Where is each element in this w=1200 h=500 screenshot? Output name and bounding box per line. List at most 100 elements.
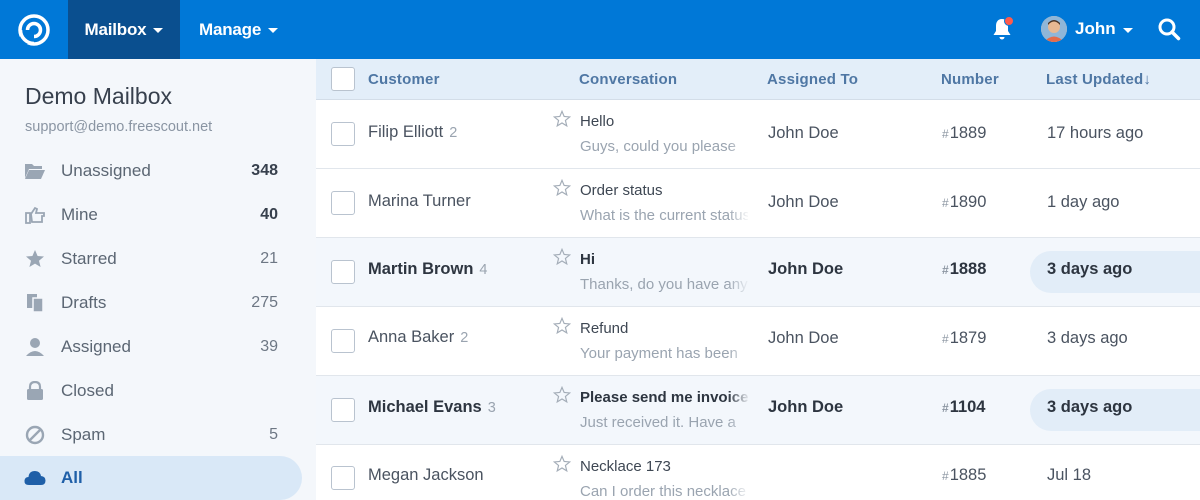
row-checkbox[interactable] [331, 398, 355, 422]
customer-name[interactable]: Michael Evans 3 [368, 398, 496, 417]
preview-fade [728, 169, 750, 237]
customer-name[interactable]: Marina Turner [368, 192, 477, 211]
folder-starred[interactable]: Starred 21 [0, 237, 302, 281]
conversation-number: #1104 [942, 398, 985, 417]
ban-icon [24, 424, 46, 446]
customer-name-text: Filip Elliott [368, 123, 444, 141]
select-all-checkbox[interactable] [331, 67, 355, 91]
mailbox-title[interactable]: Demo Mailbox [25, 83, 172, 110]
last-updated: 1 day ago [1047, 193, 1120, 211]
preview-fade [728, 376, 750, 444]
search-icon[interactable] [1157, 17, 1181, 41]
conversation-preview[interactable]: Can I order this necklace [580, 483, 748, 500]
customer-name-text: Martin Brown [368, 260, 474, 278]
customer-name[interactable]: Martin Brown 4 [368, 260, 488, 279]
folder-count: 39 [260, 338, 278, 355]
star-icon [24, 248, 46, 270]
nav-mailbox-menu[interactable]: Mailbox [68, 0, 180, 59]
conversation-preview[interactable]: Your payment has been [580, 345, 748, 362]
conversation-subject[interactable]: Refund [580, 320, 748, 337]
column-header-last-updated[interactable]: Last Updated↓ [1046, 71, 1151, 88]
row-checkbox[interactable] [331, 122, 355, 146]
folder-spam[interactable]: Spam 5 [0, 413, 302, 457]
nav-manage-menu[interactable]: Manage [199, 0, 279, 59]
conversation-number: #1890 [942, 193, 986, 212]
preview-fade [728, 100, 750, 168]
folder-assigned[interactable]: Assigned 39 [0, 325, 302, 369]
folder-open-icon [24, 160, 46, 182]
conversation-preview[interactable]: Thanks, do you have any [580, 276, 748, 293]
chevron-down-icon [153, 28, 164, 33]
assigned-to: John Doe [768, 193, 839, 211]
table-header: Customer Conversation Assigned To Number… [316, 59, 1200, 100]
star-icon[interactable] [552, 385, 572, 404]
column-header-assigned[interactable]: Assigned To [767, 71, 858, 88]
table-row[interactable]: Martin Brown 4 Hi Thanks, do you have any… [316, 238, 1200, 307]
conversation-subject[interactable]: Hello [580, 113, 748, 130]
folder-drafts[interactable]: Drafts 275 [0, 281, 302, 325]
conversation-subject[interactable]: Please send me invoice [580, 389, 748, 406]
star-icon[interactable] [552, 247, 572, 266]
row-checkbox[interactable] [331, 260, 355, 284]
row-checkbox[interactable] [331, 466, 355, 490]
table-row[interactable]: Michael Evans 3 Please send me invoice Ju… [316, 376, 1200, 445]
customer-name[interactable]: Megan Jackson [368, 466, 490, 485]
conversation-subject[interactable]: Order status [580, 182, 748, 199]
folder-count: 40 [260, 206, 278, 223]
star-icon[interactable] [552, 178, 572, 197]
conversation-number: #1888 [942, 260, 986, 279]
cloud-icon [24, 467, 46, 489]
conversation-number-value: 1889 [949, 124, 987, 142]
table-row[interactable]: Megan Jackson Necklace 173 Can I order t… [316, 445, 1200, 500]
chevron-down-icon [1122, 27, 1133, 33]
hash-symbol: # [942, 469, 949, 483]
chevron-down-icon [268, 28, 279, 33]
thread-count: 2 [460, 330, 469, 346]
hash-symbol: # [942, 401, 949, 415]
customer-name-text: Anna Baker [368, 328, 455, 346]
star-icon[interactable] [552, 316, 572, 335]
customer-name-text: Michael Evans [368, 398, 482, 416]
column-header-number[interactable]: Number [941, 71, 999, 88]
conversation-subject[interactable]: Hi [580, 251, 748, 268]
last-updated: 17 hours ago [1047, 124, 1144, 142]
conversation-subject[interactable]: Necklace 173 [580, 458, 748, 475]
folder-label: All [61, 468, 83, 487]
customer-name[interactable]: Anna Baker 2 [368, 328, 468, 347]
top-navbar: Mailbox Manage John [0, 0, 1200, 59]
freescout-logo-icon[interactable] [0, 0, 68, 59]
folder-count: 348 [251, 162, 278, 179]
user-icon [24, 336, 46, 358]
thread-count: 4 [479, 262, 488, 278]
avatar [1041, 16, 1067, 42]
conversation-number-value: 1890 [949, 193, 987, 211]
user-menu[interactable]: John [1041, 15, 1133, 43]
table-row[interactable]: Anna Baker 2 Refund Your payment has been… [316, 307, 1200, 376]
row-checkbox[interactable] [331, 191, 355, 215]
star-icon[interactable] [552, 109, 572, 128]
star-icon[interactable] [552, 454, 572, 473]
mailbox-sidebar: Demo Mailbox support@demo.freescout.net … [0, 59, 316, 500]
hash-symbol: # [942, 196, 949, 210]
lock-icon [24, 380, 46, 402]
row-checkbox[interactable] [331, 329, 355, 353]
last-updated: 3 days ago [1047, 260, 1133, 278]
conversation-preview[interactable]: What is the current status [580, 207, 748, 224]
folder-closed[interactable]: Closed [0, 369, 302, 413]
table-row[interactable]: Marina Turner Order status What is the c… [316, 169, 1200, 238]
folder-label: Mine [61, 205, 98, 224]
folder-label: Spam [61, 425, 106, 444]
folder-mine[interactable]: Mine 40 [0, 193, 302, 237]
conversation-preview[interactable]: Just received it. Have a [580, 414, 748, 431]
preview-fade [728, 238, 750, 306]
table-row[interactable]: Filip Elliott 2 Hello Guys, could you ple… [316, 100, 1200, 169]
column-header-customer[interactable]: Customer [368, 71, 440, 88]
folder-unassigned[interactable]: Unassigned 348 [0, 149, 302, 193]
folder-label: Unassigned [61, 161, 151, 180]
column-header-conversation[interactable]: Conversation [579, 71, 677, 88]
folder-all[interactable]: All [0, 456, 302, 500]
customer-name[interactable]: Filip Elliott 2 [368, 123, 457, 142]
conversation-preview[interactable]: Guys, could you please [580, 138, 748, 155]
notifications-bell-icon[interactable] [990, 16, 1014, 42]
folder-count: 275 [251, 294, 278, 311]
